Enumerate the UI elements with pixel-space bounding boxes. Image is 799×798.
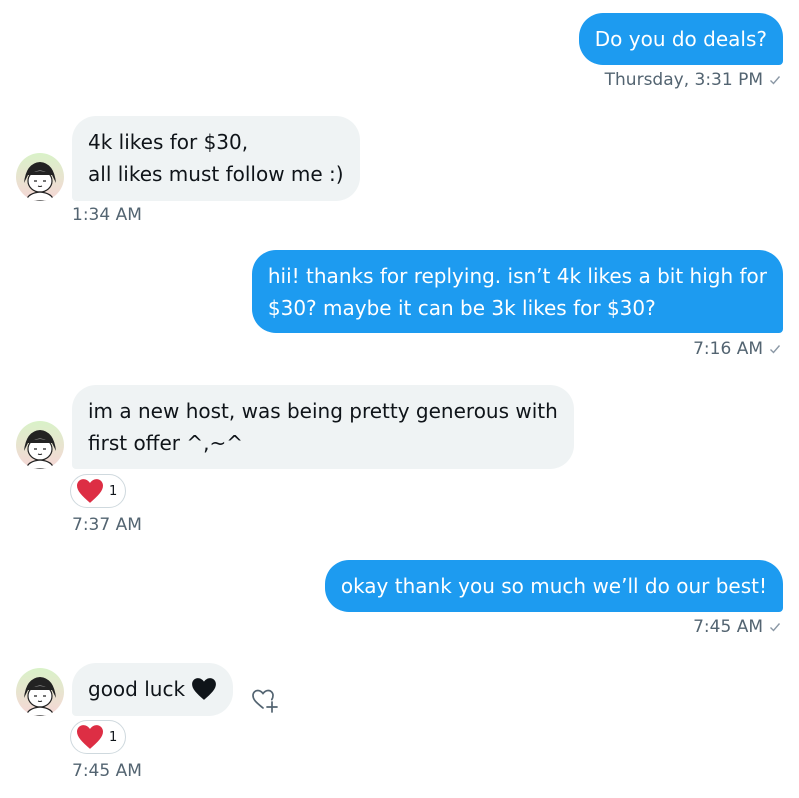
red-heart-icon <box>77 725 103 749</box>
timestamp-text: Thursday, 3:31 PM <box>604 70 763 90</box>
timestamp-text: 7:45 AM <box>72 761 142 781</box>
timestamp-text: 7:16 AM <box>693 339 763 359</box>
timestamp-text: 1:34 AM <box>72 205 142 225</box>
avatar-illustration-icon <box>16 421 64 469</box>
avatar[interactable] <box>16 668 64 716</box>
message-timestamp: 7:45 AM <box>72 760 142 782</box>
message-timestamp: 7:45 AM <box>693 616 781 638</box>
outgoing-message-bubble[interactable]: hii! thanks for replying. isn’t 4k likes… <box>251 250 783 333</box>
avatar-illustration-icon <box>16 668 64 716</box>
reaction-pill[interactable]: 1 <box>70 474 127 508</box>
avatar[interactable] <box>16 153 64 201</box>
timestamp-text: 7:45 AM <box>693 617 763 637</box>
message-timestamp: 1:34 AM <box>72 204 142 226</box>
add-reaction-button[interactable] <box>248 684 282 718</box>
reaction-pill[interactable]: 1 <box>70 720 127 754</box>
avatar-illustration-icon <box>16 153 64 201</box>
message-timestamp: Thursday, 3:31 PM <box>605 69 781 91</box>
heart-plus-icon <box>252 689 278 713</box>
message-timestamp: 7:16 AM <box>693 338 781 360</box>
incoming-message-bubble[interactable]: im a new host, was being pretty generous… <box>72 385 574 469</box>
incoming-message-bubble[interactable]: good luck <box>72 663 234 716</box>
message-text: good luck <box>88 677 186 701</box>
avatar[interactable] <box>16 421 64 469</box>
reaction-count: 1 <box>109 729 118 745</box>
incoming-message-bubble[interactable]: 4k likes for $30, all likes must follow … <box>72 116 360 201</box>
sent-check-icon <box>770 76 781 85</box>
black-heart-icon <box>192 678 216 700</box>
timestamp-text: 7:37 AM <box>72 515 142 535</box>
sent-check-icon <box>770 623 781 632</box>
outgoing-message-bubble[interactable]: Do you do deals? <box>578 13 783 65</box>
reaction-count: 1 <box>109 483 118 499</box>
outgoing-message-bubble[interactable]: okay thank you so much we’ll do our best… <box>324 560 783 612</box>
sent-check-icon <box>770 345 781 354</box>
message-timestamp: 7:37 AM <box>72 514 142 536</box>
red-heart-icon <box>77 479 103 503</box>
